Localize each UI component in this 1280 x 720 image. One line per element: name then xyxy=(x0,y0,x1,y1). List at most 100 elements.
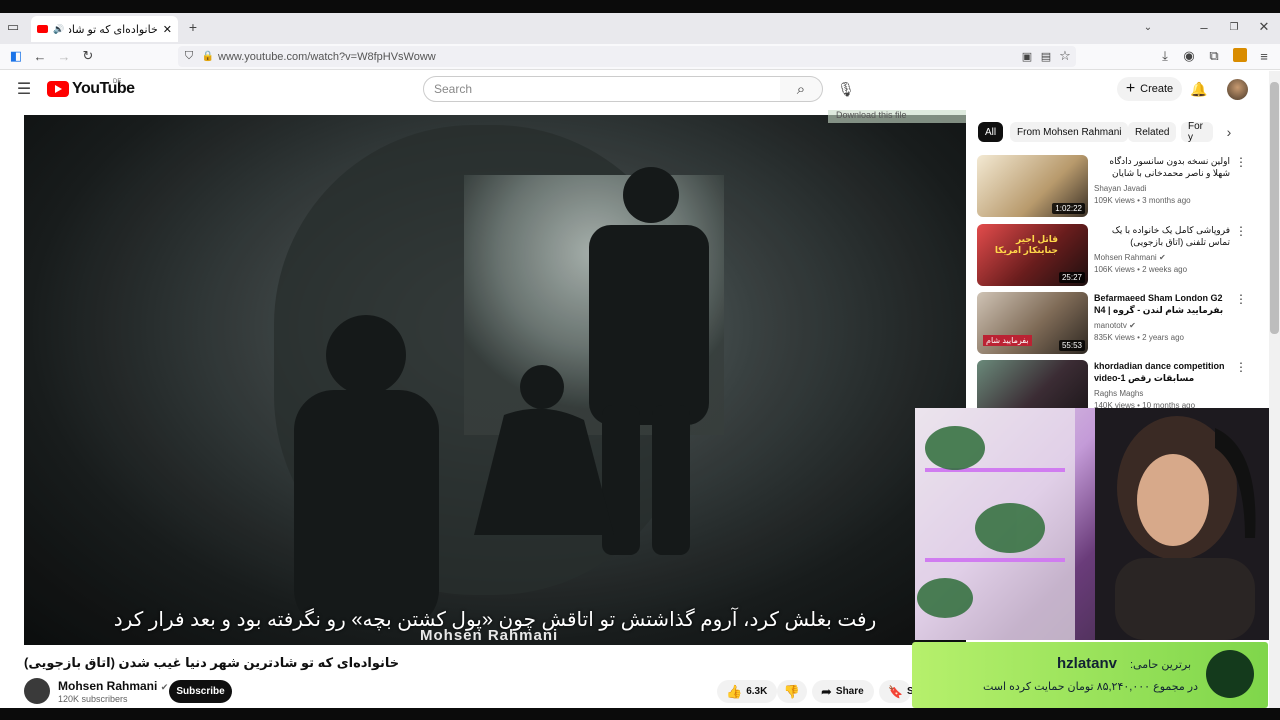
chip-related[interactable]: Related xyxy=(1128,122,1177,142)
more-options-icon[interactable]: ⋮ xyxy=(1235,360,1247,374)
search-placeholder: Search xyxy=(434,82,473,96)
channel-avatar[interactable] xyxy=(24,678,50,704)
recommendation-channel-text: manototv xyxy=(1094,321,1127,330)
account-icon[interactable] xyxy=(1233,48,1247,62)
youtube-play-icon xyxy=(47,81,69,97)
recommendation-channel[interactable]: Mohsen Rahmani ✔ xyxy=(1094,253,1166,262)
download-banner[interactable]: Download this file xyxy=(828,110,966,123)
chip-from-channel[interactable]: From Mohsen Rahmani xyxy=(1010,122,1129,142)
video-thumbnail[interactable]: قاتل اجیر جنایتکار امریکا 25:27 xyxy=(977,224,1088,286)
shield-icon[interactable]: ⛉ xyxy=(182,49,196,63)
new-tab-icon[interactable]: + xyxy=(186,19,200,35)
sponsor-banner xyxy=(912,642,1268,708)
chevron-right-icon[interactable]: › xyxy=(1222,124,1236,140)
scrollbar-thumb[interactable] xyxy=(1270,82,1279,334)
video-thumbnail[interactable]: بفرمایید شام 55:53 xyxy=(977,292,1088,354)
chevron-down-icon[interactable]: ⌄ xyxy=(1141,20,1155,34)
hamburger-menu-icon[interactable]: ☰ xyxy=(15,81,33,98)
tab-title: خانواده‌ای که تو شادترین شهر xyxy=(69,23,158,36)
duration-badge: 55:53 xyxy=(1058,340,1085,351)
window-bottom-edge xyxy=(0,708,1280,720)
thumbnail-overlay-text: قاتل اجیر جنایتکار امریکا xyxy=(994,234,1058,255)
more-options-icon[interactable]: ⋮ xyxy=(1235,224,1247,238)
share-arrow-icon: ➦ xyxy=(821,683,832,699)
plus-icon: + xyxy=(1125,80,1136,97)
thumbs-up-icon: 👍 xyxy=(726,683,743,699)
bookmark-icon: 🔖 xyxy=(888,684,903,699)
youtube-logo[interactable]: YouTube xyxy=(47,80,135,98)
create-button[interactable]: + Create xyxy=(1117,77,1182,101)
sidebar-icon[interactable]: ◧ xyxy=(9,48,23,63)
share-label: Share xyxy=(835,686,864,697)
tab-list-icon[interactable]: ▭ xyxy=(6,19,20,34)
extensions-icon[interactable]: ⧉ xyxy=(1207,48,1221,63)
webcam-overlay xyxy=(915,408,1269,640)
sponsor-name: hzlatanv xyxy=(1057,655,1118,672)
subscribe-button[interactable]: Subscribe xyxy=(169,680,232,703)
reader-view-icon[interactable]: ▤ xyxy=(1039,49,1053,63)
search-button[interactable]: ⌕ xyxy=(780,76,823,102)
verified-icon: ✔ xyxy=(1129,321,1136,330)
recommendation-title[interactable]: فروپاشی کامل یک خانواده با یک تماس تلفنی… xyxy=(1094,224,1230,248)
subscriber-count: 120K subscribers xyxy=(58,694,128,704)
vpn-icon[interactable]: ◉ xyxy=(1182,48,1196,63)
close-tab-icon[interactable]: ✕ xyxy=(163,23,172,36)
reload-icon[interactable]: ↻ xyxy=(81,48,95,63)
recommendation-title[interactable]: اولین نسخه بدون سانسور دادگاه شهلا و ناص… xyxy=(1094,155,1230,181)
recommendation-meta: 106K views • 2 weeks ago xyxy=(1094,265,1188,274)
like-count: 6.3K xyxy=(746,686,768,697)
like-button[interactable]: 👍 6.3K xyxy=(717,680,777,703)
recommendation-title[interactable]: Befarmaeed Sham London G2 N4 | بفرمایید … xyxy=(1094,292,1230,318)
chip-for-you[interactable]: For y xyxy=(1181,122,1213,142)
microphone-icon[interactable]: 🎙 xyxy=(836,80,856,98)
close-window-icon[interactable]: ✕ xyxy=(1257,19,1271,34)
recommendation-channel[interactable]: manototv ✔ xyxy=(1094,321,1136,330)
video-watermark: Mohsen Rahmani xyxy=(420,627,559,644)
recommendation-channel[interactable]: Shayan Javadi xyxy=(1094,184,1146,193)
bookmark-star-icon[interactable]: ☆ xyxy=(1058,48,1072,63)
picture-icon[interactable]: ▣ xyxy=(1020,49,1034,63)
user-avatar[interactable] xyxy=(1227,79,1248,100)
sponsor-label: برترین حامی: xyxy=(1130,659,1192,671)
video-thumbnail[interactable]: 1:02:22 xyxy=(977,155,1088,217)
recommendation-item[interactable]: قاتل اجیر جنایتکار امریکا 25:27 فروپاشی … xyxy=(977,224,1257,286)
youtube-wordmark: YouTube xyxy=(72,80,135,97)
notifications-bell-icon[interactable]: 🔔 xyxy=(1190,80,1208,98)
lock-icon[interactable]: 🔒 xyxy=(201,49,215,63)
thumbs-down-icon: 👎 xyxy=(783,683,801,699)
download-icon[interactable]: ⤓ xyxy=(1158,48,1172,63)
back-icon[interactable]: ← xyxy=(33,49,47,64)
url-bar[interactable]: www.youtube.com/watch?v=W8fpHVsWoww xyxy=(178,46,1076,67)
url-text: www.youtube.com/watch?v=W8fpHVsWoww xyxy=(218,50,436,63)
save-button[interactable]: 🔖 S xyxy=(879,680,914,703)
channel-name[interactable]: Mohsen Rahmani ✔ xyxy=(58,679,168,693)
share-button[interactable]: ➦ Share xyxy=(812,680,874,703)
window-top-edge xyxy=(0,0,1280,13)
recommendation-meta: 109K views • 3 months ago xyxy=(1094,196,1191,205)
webcam-scene xyxy=(915,408,1269,640)
recommendation-item[interactable]: 1:02:22 اولین نسخه بدون سانسور دادگاه شه… xyxy=(977,155,1257,217)
forward-icon[interactable]: → xyxy=(57,49,71,64)
youtube-favicon-icon xyxy=(37,25,48,33)
more-options-icon[interactable]: ⋮ xyxy=(1235,155,1247,169)
search-input[interactable]: Search xyxy=(423,76,781,102)
duration-badge: 1:02:22 xyxy=(1052,203,1085,214)
minimize-icon[interactable]: – xyxy=(1197,20,1211,35)
chip-all[interactable]: All xyxy=(978,122,1004,142)
video-player[interactable] xyxy=(24,115,966,645)
recommendation-channel[interactable]: Raghs Maghs xyxy=(1094,389,1143,398)
menu-icon[interactable]: ≡ xyxy=(1257,49,1271,64)
dislike-button[interactable]: 👎 xyxy=(777,680,807,703)
recommendation-item[interactable]: بفرمایید شام 55:53 Befarmaeed Sham Londo… xyxy=(977,292,1257,354)
video-frame-illustration xyxy=(24,115,966,645)
create-label: Create xyxy=(1140,83,1174,95)
more-options-icon[interactable]: ⋮ xyxy=(1235,292,1247,306)
recommendation-meta: 835K views • 2 years ago xyxy=(1094,333,1184,342)
channel-name-text: Mohsen Rahmani xyxy=(58,679,158,693)
tab-youtube[interactable]: 🔊 خانواده‌ای که تو شادترین شهر ✕ xyxy=(31,16,178,42)
recommendation-title[interactable]: khordadian dance competition video-1 مسا… xyxy=(1094,360,1230,386)
recommendation-channel-text: Mohsen Rahmani xyxy=(1094,253,1157,262)
speaker-icon[interactable]: 🔊 xyxy=(53,24,64,35)
restore-icon[interactable]: ❐ xyxy=(1227,20,1241,34)
thumbnail-overlay-text: بفرمایید شام xyxy=(983,335,1032,346)
